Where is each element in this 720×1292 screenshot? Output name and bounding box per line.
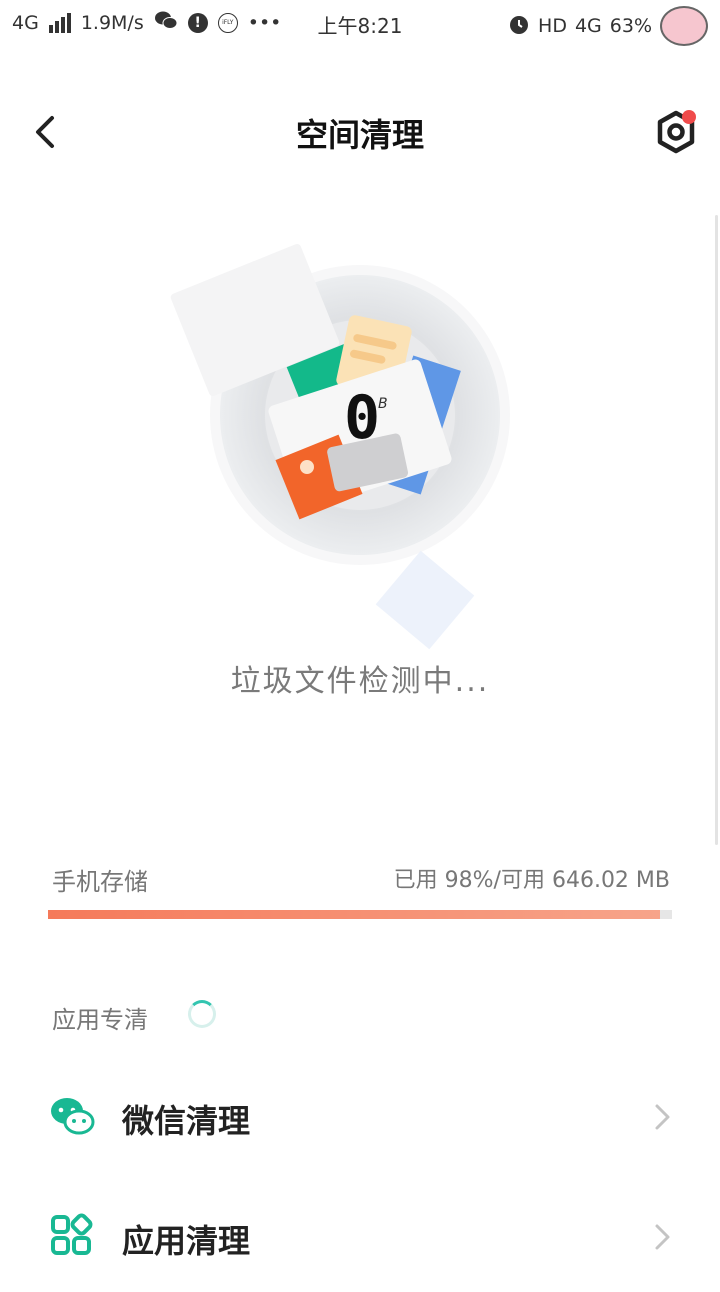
status-bar: 4G 1.9M/s ! iFLY ••• 上午8:21 HD 4G 63% <box>0 0 720 48</box>
storage-usage-text: 已用 98%/可用 646.02 MB <box>393 868 670 893</box>
app-header: 空间清理 <box>0 92 720 172</box>
chevron-right-icon <box>655 1104 670 1130</box>
phone-storage-label: 手机存储 <box>52 868 148 896</box>
scrollbar[interactable] <box>715 215 718 845</box>
wechat-icon <box>51 1098 95 1135</box>
list-item-app-clean[interactable]: 应用清理 <box>0 1182 720 1292</box>
battery-level: 63% <box>609 15 652 37</box>
page-title: 空间清理 <box>295 116 424 154</box>
list-item-wechat-clean[interactable]: 微信清理 <box>0 1062 720 1172</box>
list-item-label: 应用清理 <box>122 1222 251 1260</box>
junk-size-value: 0 <box>344 383 381 453</box>
hd-indicator: HD <box>538 15 567 37</box>
chevron-right-icon <box>655 1224 670 1250</box>
notification-dot <box>682 110 696 124</box>
ifly-icon: iFLY <box>217 12 238 33</box>
loading-spinner-icon <box>188 1000 216 1028</box>
chevron-left-icon <box>36 116 54 148</box>
more-notifications-icon: ••• <box>247 11 282 34</box>
pig-avatar-icon <box>660 6 708 46</box>
network-type: 4G <box>12 11 39 34</box>
network-speed: 1.9M/s <box>80 11 144 34</box>
list-item-label: 微信清理 <box>122 1102 251 1140</box>
scan-status-text: 垃圾文件检测中... <box>230 664 490 699</box>
alert-icon: ! <box>187 12 208 33</box>
wechat-notification-icon <box>154 10 178 35</box>
signal-icon <box>48 12 71 33</box>
network-type-right: 4G <box>574 15 602 37</box>
app-cleanup-section-label: 应用专清 <box>52 1006 148 1034</box>
alarm-icon <box>508 13 530 40</box>
back-button[interactable] <box>24 110 68 154</box>
junk-size-unit: B <box>378 396 388 412</box>
storage-progress-fill <box>48 910 660 919</box>
storage-progress-bar <box>48 910 672 919</box>
apps-grid-icon <box>51 1213 93 1255</box>
